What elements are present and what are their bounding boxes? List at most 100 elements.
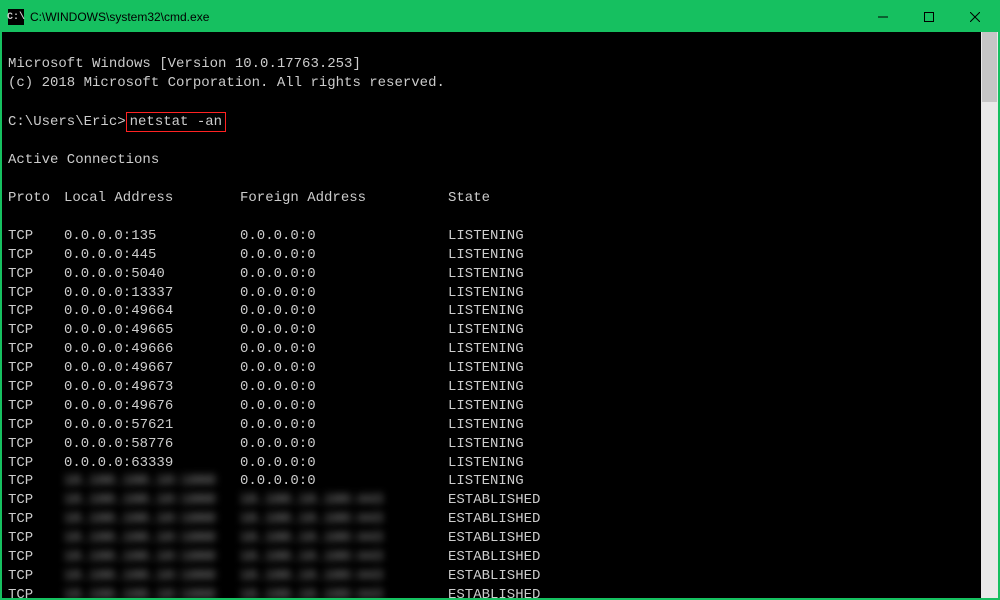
cell-proto: TCP [8,491,64,510]
cell-proto: TCP [8,378,64,397]
header-line-2: (c) 2018 Microsoft Corporation. All righ… [8,75,445,91]
cell-state: LISTENING [448,265,975,284]
cell-proto: TCP [8,340,64,359]
table-row: TCP0.0.0.0:496650.0.0.0:0LISTENING [8,321,975,340]
table-row: TCP0.0.0.0:50400.0.0.0:0LISTENING [8,265,975,284]
cell-local-address: 10.100.100.10:1000 [64,510,240,529]
titlebar-left: C:\ C:\WINDOWS\system32\cmd.exe [8,9,209,25]
cell-state: LISTENING [448,246,975,265]
cell-state: LISTENING [448,227,975,246]
cell-local-address: 0.0.0.0:135 [64,227,240,246]
col-header-state: State [448,189,975,208]
terminal-output[interactable]: Microsoft Windows [Version 10.0.17763.25… [2,32,981,598]
window-titlebar: C:\ C:\WINDOWS\system32\cmd.exe [2,2,998,32]
prompt-path: C:\Users\Eric> [8,114,126,130]
cell-foreign-address: 10.100.10.100:443 [240,491,448,510]
table-row: TCP10.100.100.10:100010.100.10.100:443ES… [8,510,975,529]
command-highlight: netstat -an [126,112,226,133]
cell-proto: TCP [8,567,64,586]
cell-foreign-address: 10.100.10.100:443 [240,548,448,567]
cell-proto: TCP [8,454,64,473]
table-row: TCP0.0.0.0:496660.0.0.0:0LISTENING [8,340,975,359]
cell-foreign-address: 10.100.10.100:443 [240,529,448,548]
cell-state: ESTABLISHED [448,548,975,567]
table-row: TCP0.0.0.0:496640.0.0.0:0LISTENING [8,302,975,321]
cell-foreign-address: 0.0.0.0:0 [240,265,448,284]
cell-local-address: 0.0.0.0:49666 [64,340,240,359]
table-row: TCP0.0.0.0:4450.0.0.0:0LISTENING [8,246,975,265]
window-title: C:\WINDOWS\system32\cmd.exe [30,10,209,24]
table-row: TCP0.0.0.0:133370.0.0.0:0LISTENING [8,284,975,303]
cell-proto: TCP [8,302,64,321]
cell-local-address: 0.0.0.0:445 [64,246,240,265]
cell-local-address: 0.0.0.0:5040 [64,265,240,284]
table-row: TCP0.0.0.0:496670.0.0.0:0LISTENING [8,359,975,378]
cmd-icon: C:\ [8,9,24,25]
cell-foreign-address: 0.0.0.0:0 [240,435,448,454]
col-header-foreign: Foreign Address [240,189,448,208]
table-row: TCP10.100.100.10:100010.100.10.100:443ES… [8,548,975,567]
cell-local-address: 0.0.0.0:49673 [64,378,240,397]
cell-proto: TCP [8,548,64,567]
minimize-button[interactable] [860,2,906,32]
cell-proto: TCP [8,472,64,491]
window-controls [860,2,998,32]
cell-state: LISTENING [448,340,975,359]
cell-proto: TCP [8,416,64,435]
scrollbar-thumb[interactable] [982,32,997,102]
cell-state: ESTABLISHED [448,567,975,586]
cell-state: LISTENING [448,378,975,397]
cell-local-address: 0.0.0.0:63339 [64,454,240,473]
cell-state: LISTENING [448,302,975,321]
cell-proto: TCP [8,359,64,378]
cell-proto: TCP [8,397,64,416]
section-title: Active Connections [8,152,159,168]
cell-foreign-address: 10.100.10.100:443 [240,586,448,598]
cell-proto: TCP [8,246,64,265]
cell-local-address: 10.100.100.10:1000 [64,529,240,548]
cell-proto: TCP [8,321,64,340]
cell-foreign-address: 0.0.0.0:0 [240,359,448,378]
cell-proto: TCP [8,586,64,598]
table-row: TCP0.0.0.0:1350.0.0.0:0LISTENING [8,227,975,246]
vertical-scrollbar[interactable] [981,32,998,598]
cell-state: ESTABLISHED [448,510,975,529]
cell-foreign-address: 0.0.0.0:0 [240,246,448,265]
table-row: TCP10.100.100.10:100010.100.10.100:443ES… [8,567,975,586]
cell-foreign-address: 0.0.0.0:0 [240,378,448,397]
cell-local-address: 0.0.0.0:58776 [64,435,240,454]
cell-local-address: 0.0.0.0:13337 [64,284,240,303]
cell-local-address: 0.0.0.0:49665 [64,321,240,340]
cell-proto: TCP [8,510,64,529]
cell-state: LISTENING [448,359,975,378]
cell-state: ESTABLISHED [448,529,975,548]
column-headers: ProtoLocal AddressForeign AddressState [8,189,975,208]
cell-local-address: 0.0.0.0:49676 [64,397,240,416]
cell-state: LISTENING [448,454,975,473]
cell-proto: TCP [8,265,64,284]
table-row: TCP0.0.0.0:496730.0.0.0:0LISTENING [8,378,975,397]
table-row: TCP0.0.0.0:496760.0.0.0:0LISTENING [8,397,975,416]
cell-state: LISTENING [448,321,975,340]
close-button[interactable] [952,2,998,32]
cell-state: LISTENING [448,435,975,454]
cell-foreign-address: 0.0.0.0:0 [240,284,448,303]
cell-foreign-address: 0.0.0.0:0 [240,340,448,359]
cell-foreign-address: 10.100.10.100:443 [240,567,448,586]
cell-local-address: 10.100.100.10:1000 [64,586,240,598]
cell-foreign-address: 10.100.10.100:443 [240,510,448,529]
cell-state: LISTENING [448,416,975,435]
table-row: TCP0.0.0.0:587760.0.0.0:0LISTENING [8,435,975,454]
table-row: TCP10.100.100.10:10000.0.0.0:0LISTENING [8,472,975,491]
table-row: TCP10.100.100.10:100010.100.10.100:443ES… [8,529,975,548]
cell-local-address: 10.100.100.10:1000 [64,567,240,586]
cell-state: LISTENING [448,397,975,416]
cell-proto: TCP [8,284,64,303]
table-row: TCP0.0.0.0:633390.0.0.0:0LISTENING [8,454,975,473]
cell-state: ESTABLISHED [448,491,975,510]
cell-foreign-address: 0.0.0.0:0 [240,454,448,473]
cell-foreign-address: 0.0.0.0:0 [240,416,448,435]
table-row: TCP0.0.0.0:576210.0.0.0:0LISTENING [8,416,975,435]
cell-local-address: 0.0.0.0:49667 [64,359,240,378]
maximize-button[interactable] [906,2,952,32]
